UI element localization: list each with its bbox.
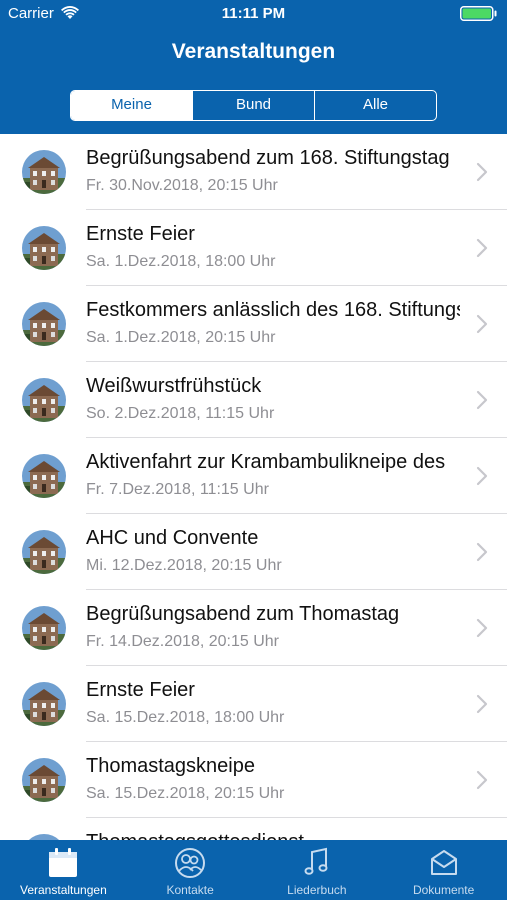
segment-alle[interactable]: Alle: [314, 91, 436, 120]
event-date: Sa. 15.Dez.2018, 18:00 Uhr: [86, 709, 285, 726]
event-title: Ernste Feier: [86, 223, 195, 245]
tab-liederbuch[interactable]: Liederbuch: [254, 840, 381, 900]
navigation-header: Carrier 11:11 PM Veranstaltungen Meine B…: [0, 0, 507, 134]
tab-dokumente[interactable]: Dokumente: [380, 840, 507, 900]
segment-bund[interactable]: Bund: [192, 91, 314, 120]
event-row[interactable]: Ernste Feier Sa. 1.Dez.2018, 18:00 Uhr: [0, 210, 507, 286]
event-date: Mi. 12.Dez.2018, 20:15 Uhr: [86, 557, 282, 574]
contacts-icon: [175, 848, 206, 878]
event-date: Sa. 15.Dez.2018, 20:15 Uhr: [86, 785, 285, 802]
chevron-right-icon: [476, 162, 488, 182]
chevron-right-icon: [476, 466, 488, 486]
event-row[interactable]: Festkommers anlässlich des 168. Stiftung…: [0, 286, 507, 362]
tab-label: Kontakte: [166, 883, 214, 897]
event-row[interactable]: Ernste Feier Sa. 15.Dez.2018, 18:00 Uhr: [0, 666, 507, 742]
event-date: Fr. 14.Dez.2018, 20:15 Uhr: [86, 633, 279, 650]
event-list: Begrüßungsabend zum 168. Stiftungstag Fr…: [0, 134, 507, 840]
battery-icon: [460, 6, 497, 21]
chevron-right-icon: [476, 542, 488, 562]
event-title: Weißwurstfrühstück: [86, 375, 262, 397]
event-title: Festkommers anlässlich des 168. Stiftung…: [86, 299, 460, 321]
event-title: Aktivenfahrt zur Krambambulikneipe des: [86, 451, 446, 473]
chevron-right-icon: [476, 694, 488, 714]
segment-meine[interactable]: Meine: [71, 91, 192, 120]
chevron-right-icon: [476, 618, 488, 638]
avatar: [22, 682, 66, 726]
avatar: [22, 226, 66, 270]
tab-veranstaltungen[interactable]: Veranstaltungen: [0, 840, 127, 900]
music-note-icon: [304, 847, 328, 875]
page-title: Veranstaltungen: [171, 40, 336, 63]
event-title: Thomastagsgottesdienst: [86, 831, 460, 840]
clock: 11:11 PM: [221, 5, 286, 22]
calendar-icon: [49, 848, 78, 877]
event-date: Fr. 7.Dez.2018, 11:15 Uhr: [86, 481, 269, 498]
chevron-right-icon: [476, 770, 488, 790]
event-date: So. 2.Dez.2018, 11:15 Uhr: [86, 405, 275, 422]
avatar: [22, 758, 66, 802]
avatar: [22, 454, 66, 498]
event-row[interactable]: Thomastagskneipe Sa. 15.Dez.2018, 20:15 …: [0, 742, 507, 818]
event-row[interactable]: Begrüßungsabend zum 168. Stiftungstag Fr…: [0, 134, 507, 210]
status-bar: Carrier 11:11 PM: [0, 0, 507, 28]
tab-label: Veranstaltungen: [20, 883, 107, 897]
tab-kontakte[interactable]: Kontakte: [127, 840, 254, 900]
event-row[interactable]: Begrüßungsabend zum Thomastag Fr. 14.Dez…: [0, 590, 507, 666]
event-row[interactable]: Aktivenfahrt zur Krambambulikneipe des F…: [0, 438, 507, 514]
avatar: [22, 150, 66, 194]
chevron-right-icon: [476, 314, 488, 334]
tab-label: Liederbuch: [287, 883, 347, 897]
event-date: Fr. 30.Nov.2018, 20:15 Uhr: [86, 177, 278, 194]
chevron-right-icon: [476, 390, 488, 410]
event-row[interactable]: AHC und Convente Mi. 12.Dez.2018, 20:15 …: [0, 514, 507, 590]
avatar: [22, 378, 66, 422]
avatar: [22, 302, 66, 346]
event-title: Begrüßungsabend zum Thomastag: [86, 603, 400, 625]
event-title: AHC und Convente: [86, 527, 259, 549]
event-title: Thomastagskneipe: [86, 755, 255, 777]
tab-bar: Veranstaltungen Kontakte Liederbuch Doku…: [0, 840, 507, 900]
chevron-right-icon: [476, 238, 488, 258]
event-title: Begrüßungsabend zum 168. Stiftungstag: [86, 147, 450, 169]
segmented-control: Meine Bund Alle: [70, 90, 437, 121]
event-date: Sa. 1.Dez.2018, 20:15 Uhr: [86, 329, 276, 346]
avatar: [22, 530, 66, 574]
tab-label: Dokumente: [412, 883, 475, 897]
envelope-icon: [430, 850, 457, 875]
event-row[interactable]: Weißwurstfrühstück So. 2.Dez.2018, 11:15…: [0, 362, 507, 438]
event-row[interactable]: Thomastagsgottesdienst: [0, 818, 507, 840]
avatar: [22, 606, 66, 650]
event-date: Sa. 1.Dez.2018, 18:00 Uhr: [86, 253, 276, 270]
event-title: Ernste Feier: [86, 679, 195, 701]
